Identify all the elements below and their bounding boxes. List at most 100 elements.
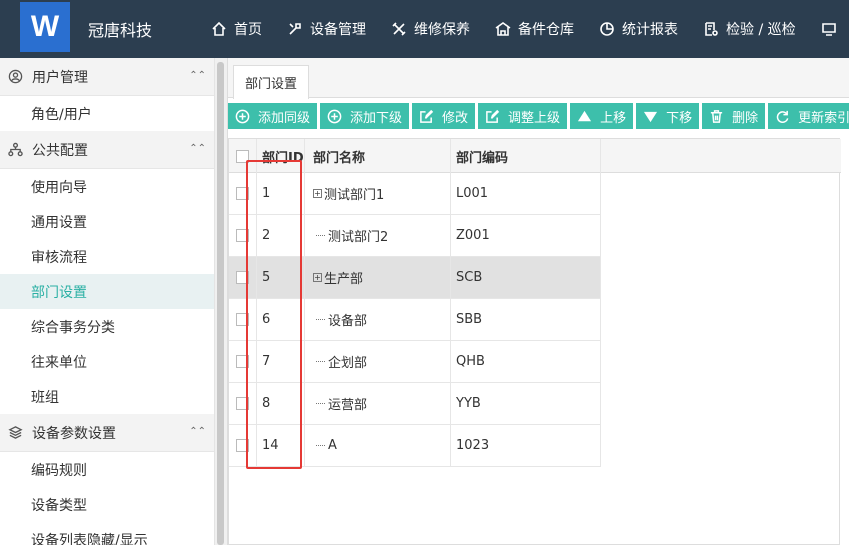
toolbar-button-2[interactable]: 修改	[412, 103, 476, 129]
sidebar-item[interactable]: 设备列表隐藏/显示	[0, 522, 214, 545]
toolbar-button-0[interactable]: 添加同级	[228, 103, 318, 129]
header-id[interactable]: 部门ID	[257, 139, 305, 173]
cell-name: + 测试部门1	[305, 173, 451, 214]
sidebar-item[interactable]: 班组	[0, 379, 214, 414]
header-code[interactable]: 部门编码	[451, 139, 601, 173]
nav-item-label: 备件仓库	[518, 22, 574, 38]
nav-item-1[interactable]: 设备管理	[286, 19, 366, 39]
nav-item-5[interactable]: 检验 / 巡检	[702, 19, 796, 39]
department-grid: 部门ID 部门名称 部门编码 1 + 测试部门1 L001 2 测试部门2 Z001 5 + 生产…	[228, 138, 841, 545]
sidebar-group-1[interactable]: 公共配置 ⌃⌃	[0, 131, 214, 169]
sidebar-item[interactable]: 通用设置	[0, 204, 214, 239]
cell-id: 2	[257, 215, 305, 256]
nav-item-label: 统计报表	[622, 22, 678, 38]
table-row[interactable]: 1 + 测试部门1 L001	[229, 173, 601, 215]
select-all-checkbox[interactable]	[236, 149, 249, 163]
pie-chart-icon	[598, 20, 616, 38]
sidebar-item[interactable]: 部门设置	[0, 274, 214, 309]
nav-item-0[interactable]: 首页	[210, 19, 262, 39]
sidebar-item[interactable]: 往来单位	[0, 344, 214, 379]
cell-code: QHB	[451, 341, 601, 382]
cell-name-text: 企划部	[328, 356, 368, 371]
sidebar-group-0[interactable]: 用户管理 ⌃⌃	[0, 58, 214, 96]
toolbar-button-label: 下移	[666, 110, 693, 126]
table-row[interactable]: 5 + 生产部 SCB	[229, 257, 601, 299]
nav-more-icon[interactable]	[820, 20, 844, 38]
toolbar-button-label: 上移	[600, 110, 627, 126]
row-checkbox[interactable]	[236, 187, 249, 200]
row-checkbox-cell	[229, 299, 257, 340]
row-checkbox-cell	[229, 257, 257, 298]
chevron-up-icon[interactable]: ⌃⌃	[189, 70, 206, 81]
warehouse-icon	[494, 20, 512, 38]
row-checkbox[interactable]	[236, 229, 249, 242]
cell-name: + 生产部	[305, 257, 451, 298]
toolbar-button-label: 添加下级	[350, 110, 403, 126]
cell-name: 运营部	[305, 383, 451, 424]
tree-line-icon	[316, 445, 325, 446]
row-checkbox-cell	[229, 215, 257, 256]
row-checkbox[interactable]	[236, 439, 249, 452]
row-checkbox[interactable]	[236, 397, 249, 410]
cell-id: 8	[257, 383, 305, 424]
row-checkbox[interactable]	[236, 271, 249, 284]
expand-icon[interactable]: +	[313, 189, 322, 198]
cell-name: A	[305, 425, 451, 466]
grid-header: 部门ID 部门名称 部门编码	[229, 139, 841, 173]
toolbar-button-4[interactable]: 上移	[570, 103, 634, 129]
table-row[interactable]: 6 设备部 SBB	[229, 299, 601, 341]
nav-item-3[interactable]: 备件仓库	[494, 19, 574, 39]
toolbar-button-7[interactable]: 更新索引	[768, 103, 849, 129]
tools-icon	[286, 20, 304, 38]
cell-code: SCB	[451, 257, 601, 298]
table-row[interactable]: 8 运营部 YYB	[229, 383, 601, 425]
row-checkbox[interactable]	[236, 313, 249, 326]
toolbar: 添加同级 添加下级 修改 调整上级 上移 下移 删除 更新索引	[228, 103, 849, 129]
cell-name: 测试部门2	[305, 215, 451, 256]
toolbar-button-label: 修改	[442, 110, 469, 126]
select-all-checkbox-cell	[229, 139, 257, 173]
cell-name: 企划部	[305, 341, 451, 382]
tab-bar: 部门设置	[228, 58, 849, 99]
tab-department-settings[interactable]: 部门设置	[233, 65, 310, 99]
sidebar-group-label: 公共配置	[32, 142, 88, 159]
toolbar-button-1[interactable]: 添加下级	[320, 103, 410, 129]
sidebar: 用户管理 ⌃⌃ 角色/用户公共配置 ⌃⌃ 使用向导 通用设置 审核流程 部门设置 综合事务分类往…	[0, 58, 215, 545]
sidebar-item[interactable]: 综合事务分类	[0, 309, 214, 344]
cell-id: 14	[257, 425, 305, 466]
edit-icon	[484, 108, 500, 124]
nav-item-label: 维修保养	[414, 22, 470, 38]
table-row[interactable]: 2 测试部门2 Z001	[229, 215, 601, 257]
cell-name: 设备部	[305, 299, 451, 340]
expand-icon[interactable]: +	[313, 273, 322, 282]
table-row[interactable]: 7 企划部 QHB	[229, 341, 601, 383]
app-logo[interactable]: W	[20, 2, 70, 52]
toolbar-button-3[interactable]: 调整上级	[478, 103, 568, 129]
chevron-up-icon[interactable]: ⌃⌃	[189, 426, 206, 437]
cell-id: 7	[257, 341, 305, 382]
row-checkbox[interactable]	[236, 355, 249, 368]
cell-code: YYB	[451, 383, 601, 424]
cell-id: 6	[257, 299, 305, 340]
nav-item-label: 设备管理	[310, 22, 366, 38]
cell-name-text: 设备部	[328, 314, 368, 329]
sidebar-scrollbar-thumb[interactable]	[217, 62, 224, 545]
chevron-up-icon[interactable]: ⌃⌃	[189, 143, 206, 154]
brand-name: 冠唐科技	[88, 21, 153, 40]
sidebar-item[interactable]: 角色/用户	[0, 96, 214, 131]
toolbar-button-label: 添加同级	[258, 110, 311, 126]
toolbar-button-5[interactable]: 下移	[636, 103, 700, 129]
row-checkbox-cell	[229, 425, 257, 466]
tree-line-icon	[316, 319, 325, 320]
sidebar-group-2[interactable]: 设备参数设置 ⌃⌃	[0, 414, 214, 452]
nav-item-2[interactable]: 维修保养	[390, 19, 470, 39]
header-name[interactable]: 部门名称	[305, 139, 451, 173]
sidebar-item[interactable]: 审核流程	[0, 239, 214, 274]
sidebar-item[interactable]: 使用向导	[0, 169, 214, 204]
row-checkbox-cell	[229, 383, 257, 424]
toolbar-button-6[interactable]: 删除	[702, 103, 766, 129]
table-row[interactable]: 14 A 1023	[229, 425, 601, 467]
nav-item-4[interactable]: 统计报表	[598, 19, 678, 39]
sidebar-item[interactable]: 设备类型	[0, 487, 214, 522]
sidebar-item[interactable]: 编码规则	[0, 452, 214, 487]
